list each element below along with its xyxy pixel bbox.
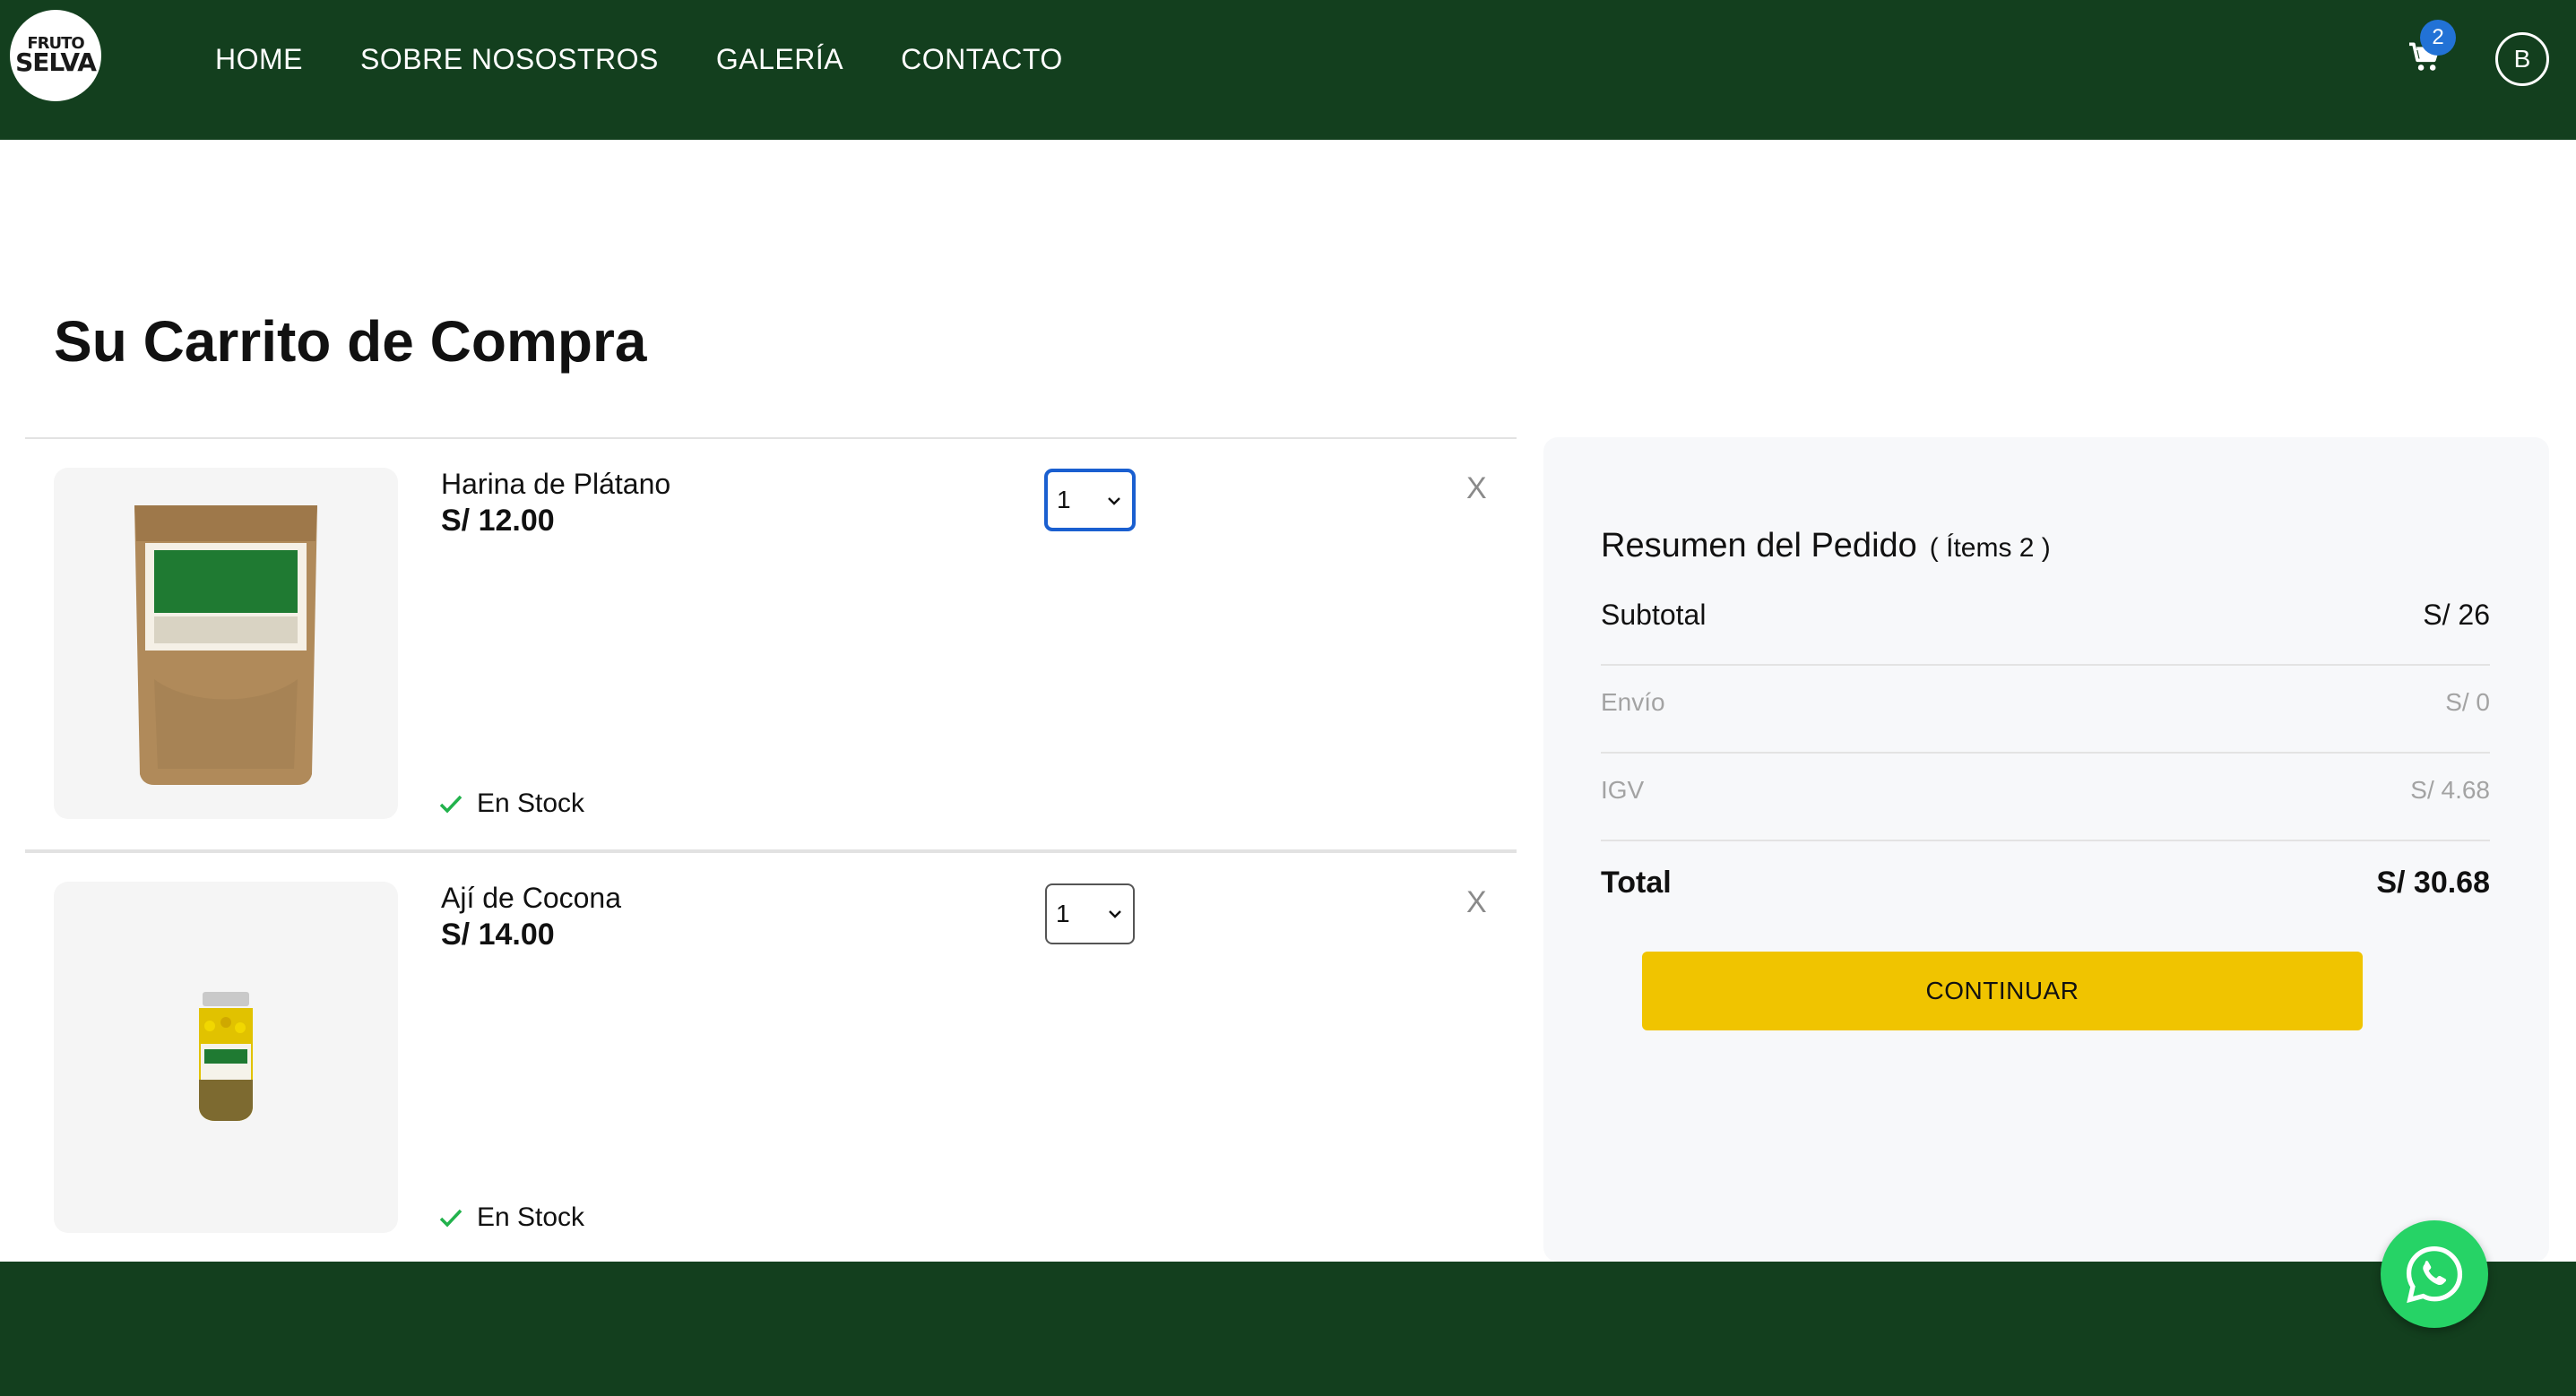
quantity-value: 1	[1056, 900, 1070, 927]
subtotal-label: Subtotal	[1601, 599, 1707, 631]
quantity-select[interactable]: 1	[1045, 470, 1135, 530]
cart-count-badge: 2	[2420, 20, 2456, 56]
total-label: Total	[1601, 866, 1672, 900]
product-image[interactable]	[54, 882, 398, 1233]
nav-link-contacto[interactable]: CONTACTO	[901, 39, 1063, 79]
subtotal-row: Subtotal S/ 26	[1601, 599, 2490, 632]
quantity-value: 1	[1057, 486, 1071, 513]
nav-link-sobre-nosotros[interactable]: SOBRE NOSOSTROS	[360, 39, 659, 79]
logo[interactable]: FRUTO SELVA	[10, 10, 101, 101]
summary-title: Resumen del Pedido ( Ítems 2 )	[1601, 527, 2051, 565]
divider	[1601, 752, 2490, 754]
user-avatar[interactable]: B	[2495, 32, 2549, 86]
stock-label: En Stock	[477, 788, 585, 818]
remove-item-button[interactable]: X	[1466, 471, 1487, 506]
product-price: S/ 14.00	[441, 918, 555, 952]
subtotal-value: S/ 26	[2423, 599, 2490, 631]
tax-label: IGV	[1601, 776, 1645, 804]
nav-links: HOME SOBRE NOSOSTROS GALERÍA CONTACTO	[215, 39, 1120, 79]
product-image[interactable]	[54, 468, 398, 819]
product-name[interactable]: Ají de Cocona	[441, 882, 621, 915]
product-name[interactable]: Harina de Plátano	[441, 468, 670, 501]
product-jar-image	[199, 992, 253, 1121]
nav-link-galeria[interactable]: GALERÍA	[716, 39, 843, 79]
shipping-label: Envío	[1601, 688, 1665, 716]
chevron-down-icon	[1109, 910, 1121, 918]
shipping-row: Envío S/ 0	[1601, 688, 2490, 717]
remove-item-button[interactable]: X	[1466, 885, 1487, 920]
logo-line-2: SELVA	[15, 47, 97, 78]
check-icon	[439, 1209, 462, 1228]
divider	[1601, 664, 2490, 666]
whatsapp-icon	[2406, 1245, 2463, 1304]
tax-row: IGV S/ 4.68	[1601, 776, 2490, 805]
total-value: S/ 30.68	[2376, 866, 2490, 900]
product-price: S/ 12.00	[441, 504, 555, 538]
continue-button[interactable]: CONTINUAR	[1642, 952, 2363, 1030]
page-title: Su Carrito de Compra	[54, 309, 647, 374]
cart-list: Harina de Plátano S/ 12.00 1 X En Stock	[25, 437, 1517, 1262]
order-summary: Resumen del Pedido ( Ítems 2 ) Subtotal S…	[1543, 437, 2549, 1262]
divider	[1601, 840, 2490, 841]
stock-status: En Stock	[439, 788, 584, 819]
footer	[0, 1262, 2576, 1396]
chevron-down-icon	[1108, 497, 1120, 505]
total-row: Total S/ 30.68	[1601, 866, 2490, 901]
cart-item: Ají de Cocona S/ 14.00 1 X En Stock	[25, 849, 1517, 1262]
nav-link-home[interactable]: HOME	[215, 39, 303, 79]
page: FRUTO SELVA HOME SOBRE NOSOSTROS GALERÍA…	[0, 0, 2576, 1396]
product-bag-image	[134, 505, 317, 785]
quantity-select[interactable]: 1	[1045, 883, 1135, 944]
cart-item: Harina de Plátano S/ 12.00 1 X En Stock	[25, 437, 1517, 849]
check-icon	[439, 795, 462, 814]
summary-title-text: Resumen del Pedido	[1601, 527, 1917, 564]
whatsapp-button[interactable]	[2381, 1220, 2488, 1328]
stock-label: En Stock	[477, 1202, 585, 1232]
tax-value: S/ 4.68	[2410, 776, 2490, 804]
shipping-value: S/ 0	[2445, 688, 2490, 716]
stock-status: En Stock	[439, 1202, 584, 1233]
summary-items-count: ( Ítems 2 )	[1929, 533, 2051, 563]
navbar: FRUTO SELVA HOME SOBRE NOSOSTROS GALERÍA…	[0, 0, 2576, 140]
